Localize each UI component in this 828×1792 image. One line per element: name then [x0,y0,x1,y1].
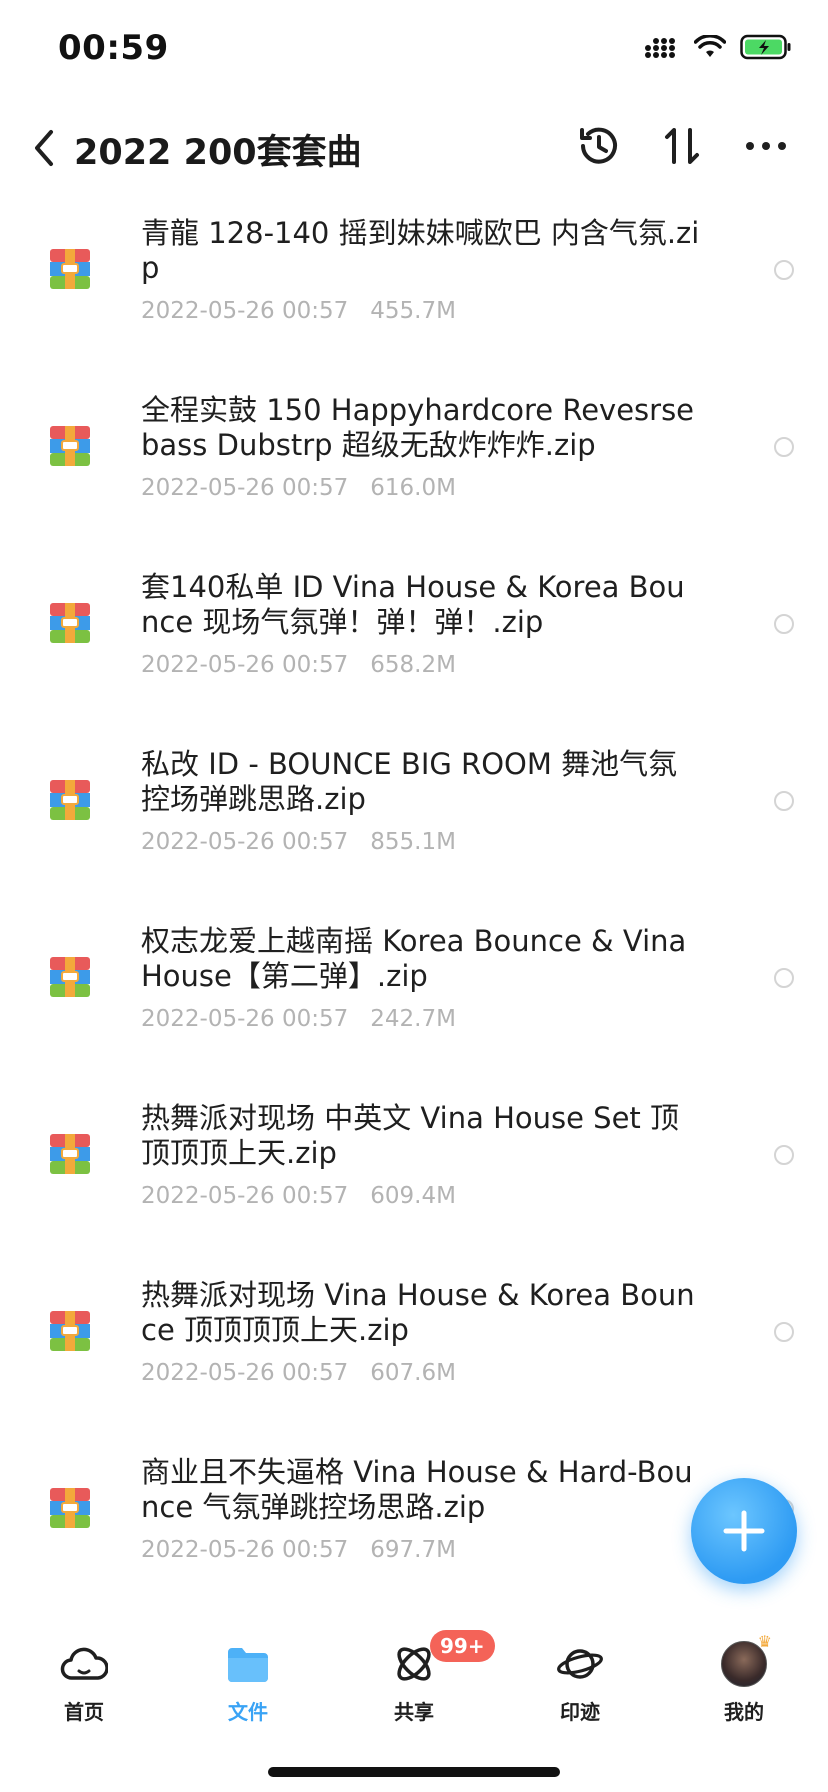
tab-label: 共享 [394,1700,434,1724]
file-size: 609.4M [370,1183,456,1209]
tab-label: 首页 [64,1700,104,1724]
file-size: 616.0M [370,475,456,501]
wifi-icon [694,35,726,57]
file-name: 商业且不失逼格 Vina House & Hard-Bounce 气氛弹跳控场思… [141,1455,693,1524]
zip-archive-icon [50,249,90,289]
tab-home[interactable]: 首页 [24,1622,144,1732]
tab-label: 文件 [228,1700,268,1724]
file-name: 热舞派对现场 Vina House & Korea Bounce 顶顶顶顶上天.… [141,1278,695,1347]
zip-archive-icon [50,426,90,466]
file-row[interactable]: 私改 ID - BOUNCE BIG ROOM 舞池气氛控场弹跳思路.zip 20… [0,731,828,901]
file-meta: 2022-05-26 00:57 855.1M [141,829,456,855]
status-time: 00:59 [58,28,169,68]
zip-archive-icon [50,1311,90,1351]
file-row[interactable]: 热舞派对现场 Vina House & Korea Bounce 顶顶顶顶上天.… [0,1262,828,1432]
tab-bar: 首页 文件 共享 印迹 ♛ 我的 99+ [0,1622,828,1732]
tab-files[interactable]: 文件 [188,1622,308,1732]
file-date: 2022-05-26 00:57 [141,298,349,324]
zip-archive-icon [50,603,90,643]
home-indicator [268,1767,560,1777]
avatar-icon: ♛ [721,1632,772,1687]
zip-archive-icon [50,1488,90,1528]
zip-archive-icon [50,1134,90,1174]
file-row[interactable]: 青龍 128-140 摇到妹妹喊欧巴 内含气氛.zip 2022-05-26 00… [0,200,828,370]
tab-label: 印迹 [560,1700,600,1724]
file-size: 697.7M [370,1537,456,1563]
history-button[interactable] [566,114,630,178]
file-meta: 2022-05-26 00:57 616.0M [141,475,456,501]
status-bar: 00:59 [0,0,828,100]
file-size: 242.7M [370,1006,456,1032]
select-checkbox[interactable] [774,968,794,988]
tab-footprint[interactable]: 印迹 [520,1622,640,1732]
file-date: 2022-05-26 00:57 [141,829,349,855]
header: 2022 200套套曲 [0,100,828,200]
file-meta: 2022-05-26 00:57 607.6M [141,1360,456,1386]
file-row[interactable]: 热舞派对现场 中英文 Vina House Set 顶顶顶顶上天.zip 2022… [0,1085,828,1255]
file-date: 2022-05-26 00:57 [141,1537,349,1563]
file-date: 2022-05-26 00:57 [141,1183,349,1209]
notification-badge: 99+ [430,1630,495,1662]
select-checkbox[interactable] [774,614,794,634]
file-row[interactable]: 全程实鼓 150 Happyhardcore Revesrse bass Dub… [0,377,828,547]
select-checkbox[interactable] [774,260,794,280]
tab-me[interactable]: ♛ 我的 [684,1622,804,1732]
file-size: 855.1M [370,829,456,855]
plus-icon [723,1510,765,1552]
file-size: 455.7M [370,298,456,324]
file-date: 2022-05-26 00:57 [141,475,349,501]
add-button[interactable] [691,1478,797,1584]
file-meta: 2022-05-26 00:57 697.7M [141,1537,456,1563]
status-icons [644,34,792,60]
file-meta: 2022-05-26 00:57 609.4M [141,1183,456,1209]
select-checkbox[interactable] [774,1145,794,1165]
select-checkbox[interactable] [774,437,794,457]
file-size: 658.2M [370,652,456,678]
back-button[interactable] [22,120,66,176]
zip-archive-icon [50,780,90,820]
file-meta: 2022-05-26 00:57 242.7M [141,1006,456,1032]
cloud-icon [60,1647,108,1680]
file-row[interactable]: 套140私单 ID Vina House & Korea Bounce 现场气氛… [0,554,828,724]
zip-archive-icon [50,957,90,997]
file-name: 套140私单 ID Vina House & Korea Bounce 现场气氛… [141,570,685,639]
more-button[interactable] [734,114,798,178]
sort-button[interactable] [650,114,714,178]
history-icon [580,127,617,164]
select-checkbox[interactable] [774,1322,794,1342]
page-title: 2022 200套套曲 [74,133,362,173]
file-name: 青龍 128-140 摇到妹妹喊欧巴 内含气氛.zip [141,216,700,285]
file-date: 2022-05-26 00:57 [141,1360,349,1386]
cellular-signal-icon [645,38,675,58]
sort-icon [665,128,699,164]
battery-charging-icon [740,34,791,60]
file-meta: 2022-05-26 00:57 658.2M [141,652,456,678]
file-date: 2022-05-26 00:57 [141,1006,349,1032]
planet-icon [557,1649,603,1679]
file-row[interactable]: 权志龙爱上越南摇 Korea Bounce & Vina House【第二弹】.… [0,908,828,1078]
folder-icon [228,1648,268,1682]
file-name: 热舞派对现场 中英文 Vina House Set 顶顶顶顶上天.zip [141,1101,680,1170]
file-name: 权志龙爱上越南摇 Korea Bounce & Vina House【第二弹】.… [141,924,687,993]
select-checkbox[interactable] [774,791,794,811]
file-meta: 2022-05-26 00:57 455.7M [141,298,456,324]
file-size: 607.6M [370,1360,456,1386]
more-dots-icon [746,142,786,150]
file-name: 私改 ID - BOUNCE BIG ROOM 舞池气氛控场弹跳思路.zip [141,747,678,816]
file-name: 全程实鼓 150 Happyhardcore Revesrse bass Dub… [141,393,695,462]
crown-icon: ♛ [757,1632,772,1651]
chevron-left-icon [35,130,53,166]
tab-label: 我的 [724,1700,764,1724]
file-date: 2022-05-26 00:57 [141,652,349,678]
